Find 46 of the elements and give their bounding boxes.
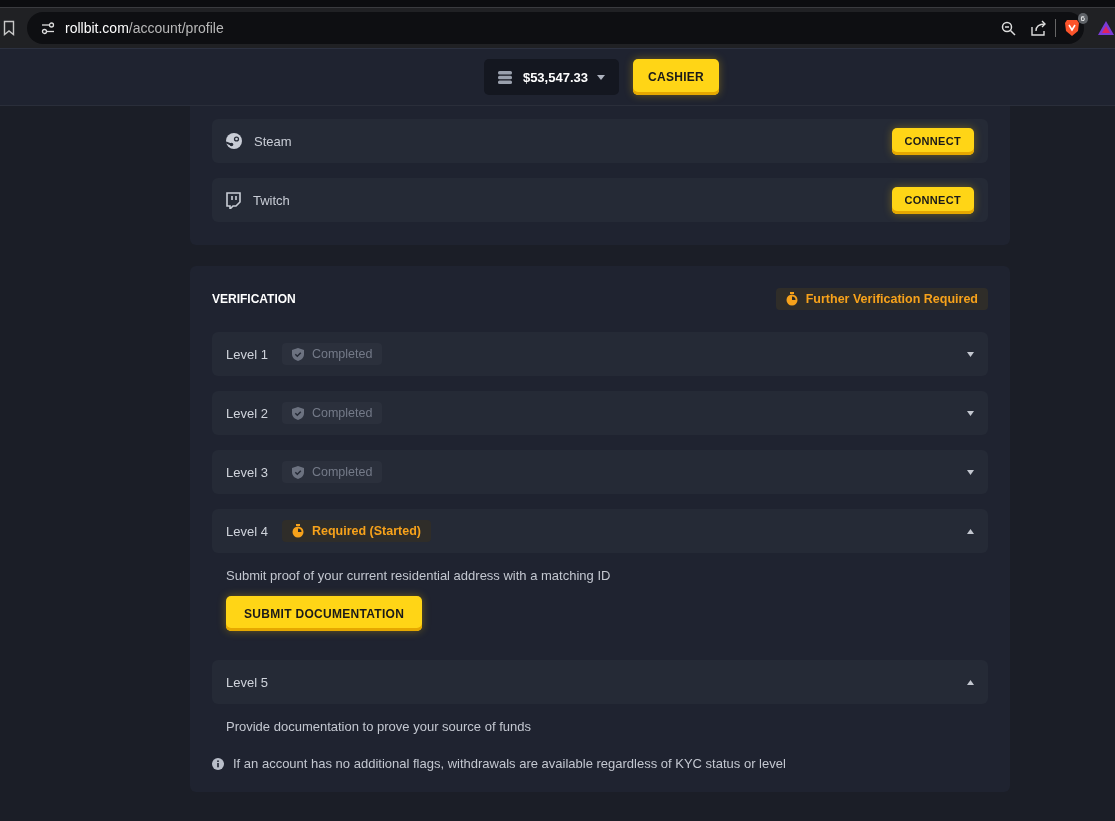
cashier-button[interactable]: CASHIER — [633, 59, 720, 95]
connection-name: Steam — [254, 133, 292, 149]
level-label: Level 4 — [226, 523, 268, 539]
connect-button[interactable]: CONNECT — [891, 186, 974, 214]
level-row[interactable]: Level 5 — [212, 660, 988, 704]
caret-icon — [967, 679, 974, 685]
level-row[interactable]: Level 1 Completed — [212, 332, 988, 376]
caret-icon — [967, 351, 974, 357]
lion-shield-icon[interactable] — [1064, 19, 1080, 37]
triangle-logo-icon[interactable] — [1097, 20, 1115, 36]
completed-badge: Completed — [281, 402, 383, 424]
level-label: Level 3 — [226, 464, 268, 480]
steam-icon — [226, 133, 242, 149]
level-label: Level 1 — [226, 346, 268, 362]
connection-name: Twitch — [253, 192, 290, 208]
level-description: Provide documentation to prove your source of funds — [226, 719, 532, 734]
coins-icon — [497, 70, 512, 84]
level-label: Level 5 — [226, 674, 268, 690]
shields-count-badge: 6 — [1077, 13, 1088, 24]
info-icon — [212, 757, 224, 770]
level-row[interactable]: Level 2 Completed — [212, 391, 988, 435]
level-description: Submit proof of your current residential address with a matching ID — [226, 568, 612, 583]
zoom-icon[interactable] — [1001, 20, 1016, 36]
completed-badge: Completed — [281, 461, 383, 483]
required-badge: Required (Started) — [281, 520, 431, 542]
balance-amount: $53,547.33 — [522, 69, 588, 85]
twitch-icon — [226, 191, 241, 209]
verification-status-badge: Further Verification Required — [775, 288, 988, 310]
caret-icon — [597, 74, 605, 80]
connect-button[interactable]: CONNECT — [891, 127, 974, 155]
submit-documentation-button[interactable]: SUBMIT DOCUMENTATION — [226, 596, 423, 631]
bookmark-icon[interactable] — [3, 20, 15, 36]
caret-icon — [967, 410, 974, 416]
url-host: rollbit.com — [65, 20, 129, 36]
section-title: VERIFICATION — [212, 292, 296, 306]
info-note: If an account has no additional flags, withdrawals are available regardless of KYC status or level — [233, 756, 786, 771]
url-path: /account/profile — [128, 20, 224, 36]
balance-selector[interactable]: $53,547.33 — [483, 59, 619, 95]
level-row[interactable]: Level 3 Completed — [212, 450, 988, 494]
level-label: Level 2 — [226, 405, 268, 421]
level-row[interactable]: Level 4 Required (Started) — [212, 509, 988, 553]
caret-icon — [967, 469, 974, 475]
share-icon[interactable] — [1030, 20, 1047, 36]
site-settings-icon[interactable] — [41, 21, 55, 35]
caret-icon — [967, 528, 974, 534]
completed-badge: Completed — [281, 343, 383, 365]
